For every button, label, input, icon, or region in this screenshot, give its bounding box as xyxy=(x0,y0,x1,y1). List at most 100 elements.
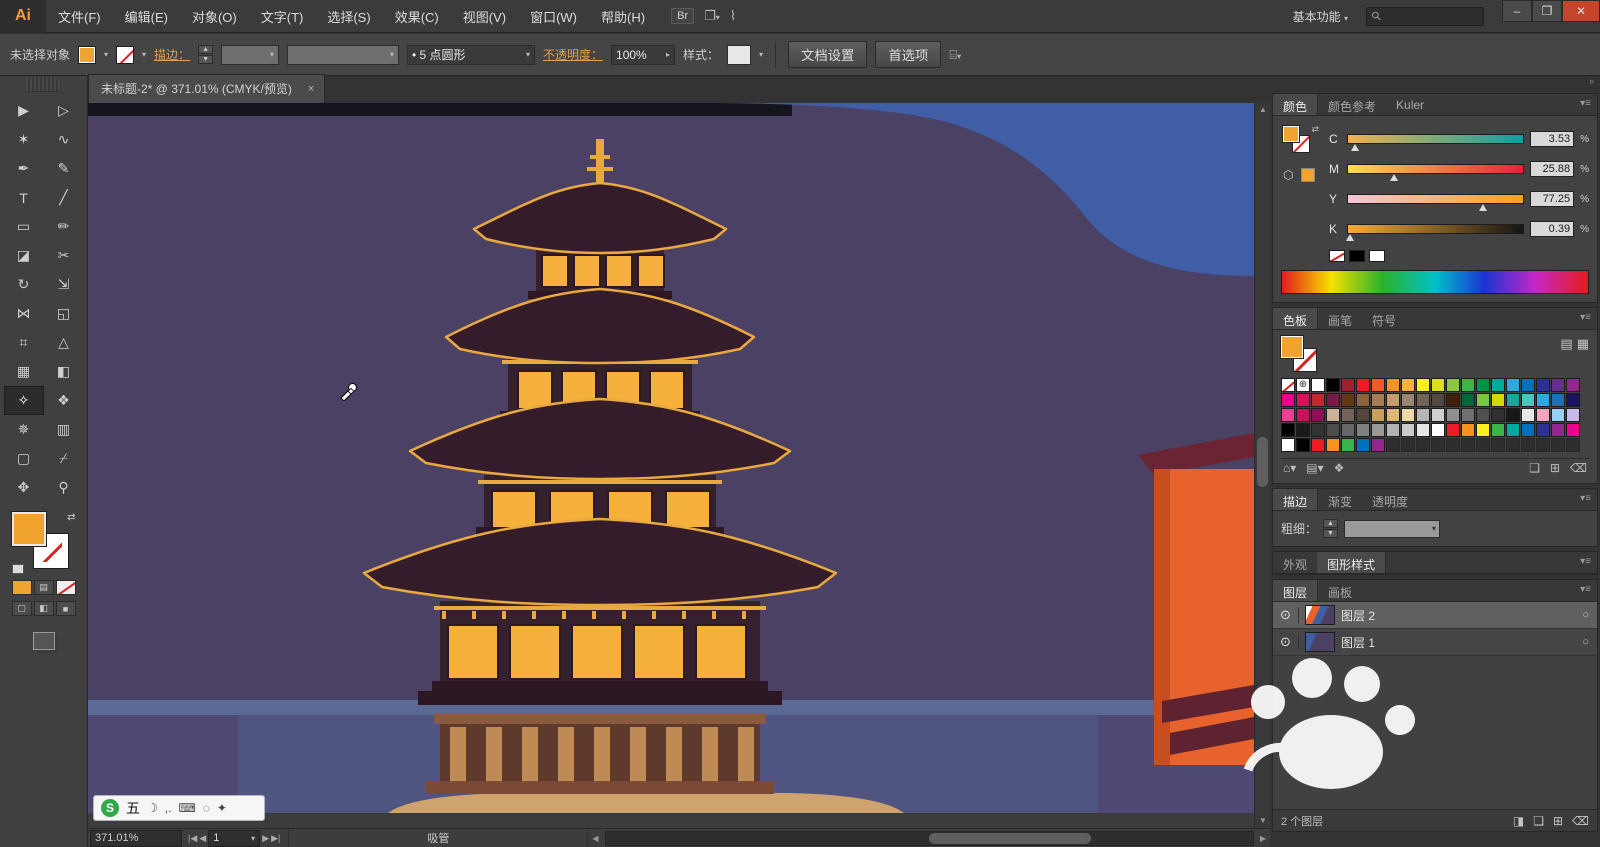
menu-item-4[interactable]: 选择(S) xyxy=(315,0,382,32)
channel-value-input[interactable]: 0.39 xyxy=(1530,221,1575,237)
swatch-2e3192[interactable] xyxy=(1536,378,1550,392)
swatch-ec008c[interactable] xyxy=(1566,423,1580,437)
swatch-808080[interactable] xyxy=(1356,423,1370,437)
menu-item-0[interactable]: 文件(F) xyxy=(46,0,113,32)
channel-slider[interactable] xyxy=(1347,164,1525,181)
horizontal-scroll-thumb[interactable] xyxy=(929,832,1092,844)
swatch-505050[interactable] xyxy=(1476,408,1490,422)
swatch-2fa8dd[interactable] xyxy=(1536,393,1550,407)
step-down-icon[interactable]: ▼ xyxy=(198,55,213,64)
symbol-sprayer-tool[interactable]: ✵ xyxy=(4,415,44,444)
blend-tool[interactable]: ❖ xyxy=(44,386,84,415)
rotate-tool[interactable]: ↻ xyxy=(4,270,44,299)
color-spectrum-bar[interactable] xyxy=(1281,270,1589,294)
gradient-mode-button[interactable]: ▤ xyxy=(33,580,54,595)
swatch-39b54a[interactable] xyxy=(1491,423,1505,437)
document-setup-button[interactable]: 文档设置 xyxy=(788,41,868,68)
swatch-998675[interactable] xyxy=(1401,393,1415,407)
scroll-up-icon[interactable]: ▲ xyxy=(1255,103,1270,117)
swatch-666666[interactable] xyxy=(1341,423,1355,437)
swap-fill-stroke-icon[interactable]: ⇄ xyxy=(67,512,75,523)
fill-proxy[interactable] xyxy=(1280,335,1304,359)
tab-transparency[interactable]: 透明度 xyxy=(1362,489,1418,510)
artboard-number-select[interactable]: 1 ▾ xyxy=(208,829,261,847)
collapse-panels-icon[interactable]: » xyxy=(1270,76,1600,93)
hand-tool[interactable]: ✥ xyxy=(4,473,44,502)
delete-layer-icon[interactable]: ⌫ xyxy=(1572,814,1589,828)
swatch-options-icon[interactable]: ❖ xyxy=(1334,461,1345,475)
bridge-button[interactable]: Br xyxy=(671,8,695,24)
fill-color-swatch[interactable] xyxy=(78,45,97,64)
column-graph-tool[interactable]: ▥ xyxy=(44,415,84,444)
slider-thumb-icon[interactable] xyxy=(1351,144,1359,151)
restore-button[interactable]: ❐ xyxy=(1532,0,1562,22)
swatch-ffffff[interactable] xyxy=(1311,378,1325,392)
mesh-tool[interactable]: ▦ xyxy=(4,357,44,386)
brush-definition-select[interactable]: • 5 点圆形 ▾ xyxy=(407,44,535,65)
menu-item-6[interactable]: 视图(V) xyxy=(451,0,518,32)
swatch-1d71b8[interactable] xyxy=(1551,393,1565,407)
swatch-e0b873[interactable] xyxy=(1386,408,1400,422)
swatch-libraries-icon[interactable]: ⌂▾ xyxy=(1283,461,1296,475)
zoom-tool[interactable]: ⚲ xyxy=(44,473,84,502)
tab-artboards[interactable]: 画板 xyxy=(1318,580,1362,601)
swatch-efd9a7[interactable] xyxy=(1401,408,1415,422)
input-method-bar[interactable]: S 五 ☽ ,. ⌨ ◌ ✦ xyxy=(93,795,265,821)
new-sublayer-icon[interactable]: ❏ xyxy=(1533,814,1544,828)
fill-proxy[interactable] xyxy=(1282,125,1300,143)
swatch-54453e[interactable] xyxy=(1356,408,1370,422)
line-segment-tool[interactable]: ╱ xyxy=(44,183,84,212)
menu-item-2[interactable]: 对象(O) xyxy=(180,0,249,32)
out-of-gamut-cube-icon[interactable]: ⬡ xyxy=(1283,168,1293,182)
document-tab[interactable]: 未标题-2* @ 371.01% (CMYK/预览) × xyxy=(88,74,326,103)
type-tool[interactable]: T xyxy=(4,183,44,212)
swatch-736357[interactable] xyxy=(1416,393,1430,407)
slice-tool[interactable]: ⌿ xyxy=(44,444,84,473)
tab-symbols[interactable]: 符号 xyxy=(1362,308,1406,329)
black-chip[interactable] xyxy=(1349,250,1365,262)
swatch-8e0f56[interactable] xyxy=(1311,408,1325,422)
stroke-panel-link[interactable]: 描边： xyxy=(154,46,190,63)
swatch-15a79b[interactable] xyxy=(1506,393,1520,407)
new-color-group-icon[interactable]: ❑ xyxy=(1529,461,1540,475)
swatch-8c6239[interactable] xyxy=(1356,393,1370,407)
menu-item-3[interactable]: 文字(T) xyxy=(249,0,316,32)
free-transform-tool[interactable]: ⌗ xyxy=(4,328,44,357)
swatch-ed1c24[interactable] xyxy=(1356,378,1370,392)
white-chip[interactable] xyxy=(1369,250,1385,262)
swatch-ed1c24[interactable] xyxy=(1311,438,1325,452)
swatch-c9b299[interactable] xyxy=(1326,408,1340,422)
paintbrush-tool[interactable]: ✏ xyxy=(44,212,84,241)
swatch-d4145a[interactable] xyxy=(1296,393,1310,407)
normal-screen-mode-button[interactable]: ▢ xyxy=(11,601,32,616)
menu-item-1[interactable]: 编辑(E) xyxy=(113,0,180,32)
color-mode-button[interactable] xyxy=(11,580,32,595)
swatch-caa05f[interactable] xyxy=(1371,408,1385,422)
channel-value-input[interactable]: 25.88 xyxy=(1530,161,1575,177)
swatch-006837[interactable] xyxy=(1461,393,1475,407)
close-button[interactable]: ✕ xyxy=(1562,0,1600,22)
visibility-eye-icon[interactable]: ⊙ xyxy=(1273,607,1299,623)
swatch-f7931e[interactable] xyxy=(1326,438,1340,452)
swatch-181818[interactable] xyxy=(1506,408,1520,422)
swatch-603813[interactable] xyxy=(1341,393,1355,407)
swatch-e84393[interactable] xyxy=(1281,408,1295,422)
channel-value-input[interactable]: 3.53 xyxy=(1530,131,1575,147)
swatch-39b54a[interactable] xyxy=(1341,438,1355,452)
step-down-icon[interactable]: ▼ xyxy=(1323,529,1338,538)
make-clipping-mask-icon[interactable]: ◨ xyxy=(1513,814,1524,828)
tab-gradient[interactable]: 渐变 xyxy=(1318,489,1362,510)
swatch-ec008c[interactable] xyxy=(1281,393,1295,407)
layer-name[interactable]: 图层 1 xyxy=(1341,634,1375,651)
slider-thumb-icon[interactable] xyxy=(1389,174,1398,181)
show-swatch-kinds-icon[interactable]: ▤▾ xyxy=(1306,461,1323,475)
preferences-button[interactable]: 首选项 xyxy=(875,41,942,68)
swatch-9ad0f5[interactable] xyxy=(1551,408,1565,422)
swatch-00a99d[interactable] xyxy=(1491,378,1505,392)
swatch-c7b9e8[interactable] xyxy=(1566,408,1580,422)
selection-tool[interactable]: ▶ xyxy=(4,96,44,125)
gamut-color-chip[interactable] xyxy=(1301,168,1315,182)
swatch-000000[interactable] xyxy=(1281,423,1295,437)
scissors-tool[interactable]: ✂ xyxy=(44,241,84,270)
swatch-00a99d[interactable] xyxy=(1506,423,1520,437)
